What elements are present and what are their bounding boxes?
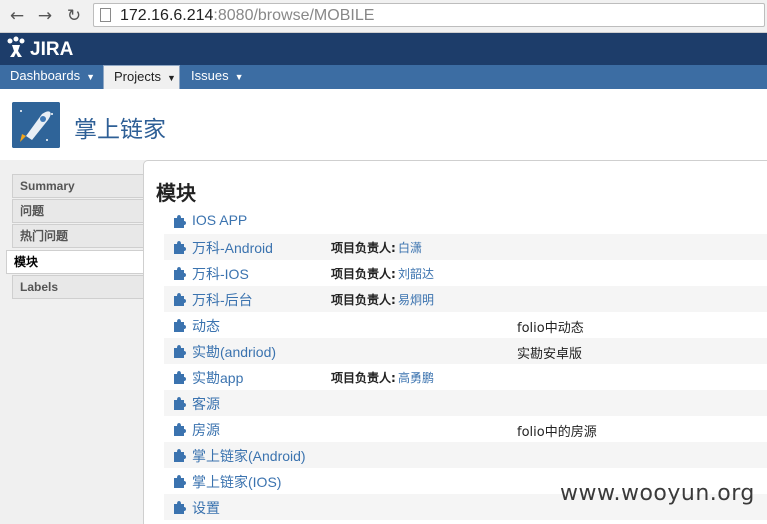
component-link[interactable]: 实勘app [192, 368, 243, 388]
chevron-down-icon: ▼ [166, 73, 176, 83]
puzzle-icon [174, 423, 186, 436]
lead-label: 项目负责人: [331, 267, 396, 281]
puzzle-icon [174, 501, 186, 514]
puzzle-icon [174, 345, 186, 358]
component-link[interactable]: IOS APP [192, 212, 247, 228]
jira-logo-icon [7, 36, 25, 57]
component-link[interactable]: 客源 [192, 394, 220, 414]
component-row: 万科-Android 项目负责人: 白潇 [164, 234, 767, 260]
puzzle-icon [174, 371, 186, 384]
sidebar-item-labels[interactable]: Labels [12, 275, 143, 299]
component-link[interactable]: 动态 [192, 316, 220, 336]
sidebar-item-label: 问题 [20, 204, 45, 218]
component-description: 实勘安卓版 [517, 347, 583, 362]
lead-name-link[interactable]: 刘韶达 [398, 265, 434, 282]
address-bar[interactable]: 172.16.6.214:8080/browse/MOBILE [93, 3, 765, 27]
component-link[interactable]: 万科-Android [192, 238, 273, 258]
url-path: :8080/browse/MOBILE [213, 7, 375, 24]
project-avatar [12, 102, 60, 148]
component-link[interactable]: 掌上链家(IOS) [192, 472, 281, 492]
menu-label: Projects [114, 69, 161, 84]
component-row: 客源 [164, 390, 767, 416]
puzzle-icon [174, 319, 186, 332]
sidebar-item-label: Labels [20, 280, 59, 294]
jira-header: JIRA [0, 33, 767, 65]
menu-dashboards[interactable]: Dashboards ▼ [0, 65, 103, 89]
menu-issues[interactable]: Issues ▼ [181, 65, 251, 89]
sidebar-item-issues[interactable]: 问题 [12, 199, 143, 223]
component-link[interactable]: 房源 [192, 420, 220, 440]
component-row: 万科-后台 项目负责人: 易炯明 [164, 286, 767, 312]
chevron-down-icon: ▼ [234, 72, 244, 82]
forward-icon[interactable]: → [34, 5, 56, 27]
puzzle-icon [174, 215, 186, 228]
menu-projects[interactable]: Projects ▼ [103, 65, 180, 89]
sidebar-item-components[interactable]: 模块 [6, 250, 145, 274]
sidebar-item-popular-issues[interactable]: 热门问题 [12, 224, 143, 248]
lead-name-link[interactable]: 白潇 [398, 239, 422, 256]
url-host: 172.16.6.214 [120, 7, 214, 24]
component-row: 动态 folio中动态 [164, 312, 767, 338]
project-title: 掌上链家 [74, 117, 166, 143]
component-row: 万科-IOS 项目负责人: 刘韶达 [164, 260, 767, 286]
component-link[interactable]: 掌上链家(Android) [192, 446, 306, 466]
back-icon[interactable]: ← [6, 5, 28, 27]
puzzle-icon [174, 293, 186, 306]
watermark: www.wooyun.org [560, 481, 755, 506]
component-link[interactable]: 万科-IOS [192, 264, 249, 284]
component-link[interactable]: 万科-后台 [192, 290, 253, 310]
component-row: IOS APP [164, 208, 767, 234]
lead-name-link[interactable]: 易炯明 [398, 291, 434, 308]
browser-toolbar: ← → ↻ 172.16.6.214:8080/browse/MOBILE [0, 0, 767, 33]
lead-label: 项目负责人: [331, 241, 396, 255]
page-title: 模块 [156, 181, 196, 205]
puzzle-icon [174, 267, 186, 280]
sidebar-item-label: Summary [20, 179, 75, 193]
menu-bar: Dashboards ▼ Projects ▼ Issues ▼ [0, 65, 767, 89]
url-text: 172.16.6.214:8080/browse/MOBILE [120, 6, 374, 26]
sidebar-item-label: 热门问题 [20, 229, 69, 243]
component-row: 实勘app 项目负责人: 高勇鹏 [164, 364, 767, 390]
puzzle-icon [174, 475, 186, 488]
component-link[interactable]: 实勘(andriod) [192, 342, 276, 362]
rocket-icon [12, 102, 60, 148]
puzzle-icon [174, 397, 186, 410]
jira-logo[interactable]: JIRA [4, 35, 73, 63]
jira-logo-text: JIRA [30, 39, 74, 60]
menu-label: Issues [191, 68, 229, 83]
chevron-down-icon: ▼ [86, 72, 96, 82]
lead-label: 项目负责人: [331, 293, 396, 307]
component-description: folio中动态 [517, 321, 584, 336]
puzzle-icon [174, 449, 186, 462]
page-icon [100, 8, 111, 22]
reload-icon[interactable]: ↻ [63, 5, 85, 27]
menu-label: Dashboards [10, 68, 81, 83]
sidebar-item-label: 模块 [14, 255, 39, 269]
component-link[interactable]: 设置 [192, 498, 220, 518]
lead-label: 项目负责人: [331, 371, 396, 385]
sidebar-item-summary[interactable]: Summary [12, 174, 143, 198]
lead-name-link[interactable]: 高勇鹏 [398, 369, 434, 386]
component-row: 房源 folio中的房源 [164, 416, 767, 442]
component-row: 实勘(andriod) 实勘安卓版 [164, 338, 767, 364]
component-row: 掌上链家(Android) [164, 442, 767, 468]
component-description: folio中的房源 [517, 425, 597, 440]
puzzle-icon [174, 241, 186, 254]
